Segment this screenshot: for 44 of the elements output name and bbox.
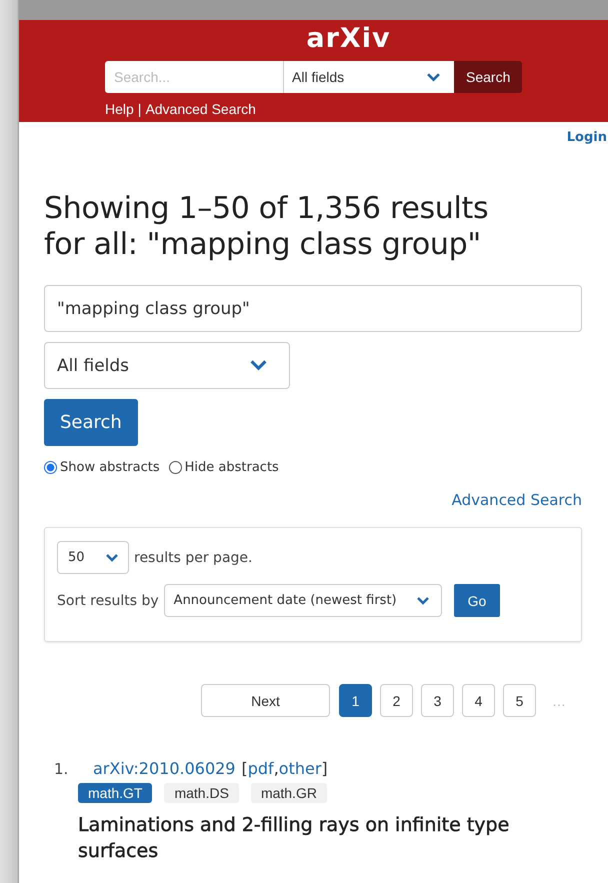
query-field[interactable]: "mapping class group": [44, 285, 582, 332]
separator: |: [138, 101, 142, 117]
field-select[interactable]: All fields: [44, 342, 290, 389]
format-link[interactable]: pdf: [248, 759, 274, 778]
page-button[interactable]: 1: [339, 684, 372, 717]
paper-title: Laminations and 2-filling rays on infinite type surfaces: [78, 813, 510, 864]
search-button[interactable]: Search: [44, 399, 138, 446]
login-link[interactable]: Login: [566, 130, 607, 145]
per-page-select[interactable]: 50: [57, 541, 129, 574]
category-tag: math.GR: [250, 783, 327, 803]
go-button[interactable]: Go: [454, 584, 500, 617]
radio-button[interactable]: [44, 461, 57, 474]
result-number: 1.: [54, 760, 70, 778]
format-link[interactable]: other: [278, 759, 322, 778]
ellipsis: …: [552, 692, 567, 708]
logo[interactable]: arXiv: [306, 20, 391, 61]
advanced-search-link[interactable]: Advanced Search: [452, 491, 582, 509]
radio-label[interactable]: Show abstracts: [60, 460, 160, 475]
chevron-icon: [250, 360, 267, 371]
page-button[interactable]: 4: [462, 684, 495, 717]
page-button[interactable]: 3: [421, 684, 454, 717]
page-button[interactable]: 5: [503, 684, 536, 717]
chevron-icon: [416, 596, 429, 604]
sort-select[interactable]: Announcement date (newest first): [164, 584, 442, 617]
sort-label: Sort results by: [57, 592, 159, 608]
category-tag: math.DS: [164, 783, 239, 803]
chevron-icon: [427, 72, 440, 82]
bracket: [: [241, 759, 248, 778]
per-page-label: results per page.: [134, 550, 252, 566]
comma: ,: [274, 759, 279, 778]
category-tag: math.GT: [78, 783, 152, 803]
paper-id-link[interactable]: arXiv:2010.06029: [93, 759, 236, 778]
search-button[interactable]: Search: [454, 61, 522, 93]
field-select[interactable]: All fields: [283, 61, 454, 93]
advanced-search-link[interactable]: Advanced Search: [145, 101, 256, 117]
next-button[interactable]: Next: [201, 684, 330, 717]
search-field[interactable]: Search...: [105, 61, 283, 93]
bracket: ]: [321, 759, 328, 778]
radio-button[interactable]: [168, 461, 182, 474]
page-button[interactable]: 2: [380, 684, 413, 717]
chevron-icon: [106, 554, 118, 562]
results-heading: Showing 1–50 of 1,356 results for all: "mapping class group": [44, 191, 490, 263]
radio-label[interactable]: Hide abstracts: [184, 460, 279, 475]
help-link[interactable]: Help: [105, 101, 134, 117]
